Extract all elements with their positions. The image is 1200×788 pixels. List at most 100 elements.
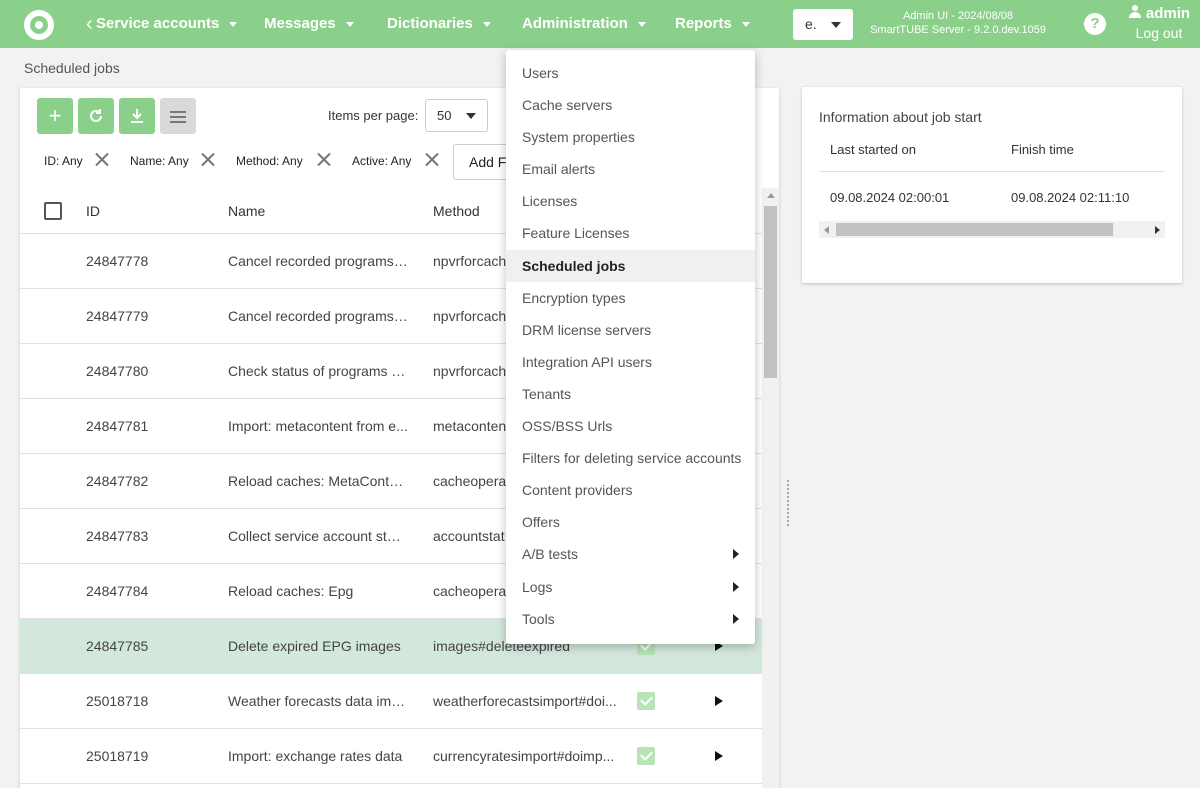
menu-item-ab-tests[interactable]: A/B tests — [506, 538, 755, 570]
close-icon[interactable] — [425, 152, 439, 166]
close-icon[interactable] — [201, 152, 215, 166]
filter-id[interactable]: ID: Any — [44, 154, 83, 168]
cell-id: 24847781 — [86, 418, 149, 434]
menu-item-feature-licenses[interactable]: Feature Licenses — [506, 217, 755, 249]
cell-id: 24847783 — [86, 528, 149, 544]
nav-administration[interactable]: Administration — [522, 0, 646, 48]
scroll-left-icon[interactable] — [824, 226, 829, 234]
add-icon: + — [48, 103, 62, 128]
cell-id: 24847780 — [86, 363, 149, 379]
panel-splitter-handle[interactable] — [787, 480, 793, 526]
menu-item-tenants[interactable]: Tenants — [506, 378, 755, 410]
menu-item-cache-servers[interactable]: Cache servers — [506, 89, 755, 121]
scrollbar-thumb[interactable] — [836, 223, 1113, 236]
chevron-down-icon — [229, 21, 238, 27]
add-button[interactable]: + — [37, 98, 73, 134]
scrollbar-thumb[interactable] — [764, 206, 777, 378]
refresh-icon — [90, 109, 102, 122]
menu-item-offers[interactable]: Offers — [506, 506, 755, 538]
logout-link[interactable]: Log out — [1122, 24, 1196, 42]
menu-item-system-properties[interactable]: System properties — [506, 121, 755, 153]
menu-item-content-providers[interactable]: Content providers — [506, 474, 755, 506]
server-info: Admin UI - 2024/08/08 SmartTUBE Server -… — [862, 9, 1054, 37]
cell-name: Check status of programs o... — [228, 363, 408, 379]
nav-label: Messages — [264, 15, 336, 32]
nav-label: Service accounts — [96, 15, 220, 32]
cell-name: Collect service account stati... — [228, 528, 408, 544]
close-icon[interactable] — [95, 152, 109, 166]
menu-item-label: Logs — [522, 578, 553, 595]
nav-dictionaries[interactable]: Dictionaries — [387, 0, 491, 48]
filter-method[interactable]: Method: Any — [236, 154, 303, 168]
menu-item-integration-api-users[interactable]: Integration API users — [506, 346, 755, 378]
menu-item-scheduled-jobs[interactable]: Scheduled jobs — [506, 249, 755, 282]
nav-label: Administration — [522, 15, 628, 32]
menu-item-users[interactable]: Users — [506, 57, 755, 89]
info-horizontal-scrollbar[interactable] — [819, 221, 1165, 238]
column-header-method[interactable]: Method — [433, 203, 480, 219]
cell-id: 25018719 — [86, 748, 149, 764]
user-block: admin Log out — [1122, 5, 1196, 42]
user-icon — [1128, 5, 1142, 19]
columns-menu-button[interactable] — [160, 98, 196, 134]
column-header-id[interactable]: ID — [86, 203, 100, 219]
refresh-button[interactable] — [78, 98, 114, 134]
menu-item-filters-deleting-accounts[interactable]: Filters for deleting service accounts — [506, 442, 755, 474]
cell-method: weatherforecastsimport#doi... — [433, 693, 617, 709]
menu-item-tools[interactable]: Tools — [506, 603, 755, 635]
table-scrollbar[interactable] — [762, 188, 779, 788]
select-all-checkbox[interactable] — [44, 202, 62, 220]
close-icon[interactable] — [317, 152, 331, 166]
menu-item-encryption-types[interactable]: Encryption types — [506, 282, 755, 314]
active-checkbox[interactable] — [637, 692, 655, 710]
server-info-line2: SmartTUBE Server - 9.2.0.dev.1059 — [870, 24, 1046, 36]
chevron-down-icon — [482, 21, 491, 27]
app-logo-icon[interactable] — [24, 10, 54, 40]
nav-service-accounts[interactable]: Service accounts — [96, 0, 238, 48]
nav-messages[interactable]: Messages — [264, 0, 354, 48]
scroll-up-icon[interactable] — [767, 193, 775, 198]
menu-item-licenses[interactable]: Licenses — [506, 185, 755, 217]
language-select[interactable]: e. — [793, 9, 853, 40]
chevron-down-icon — [831, 22, 841, 28]
user-menu[interactable]: admin — [1122, 5, 1196, 23]
chevron-down-icon — [741, 21, 750, 27]
chevron-down-icon — [637, 21, 646, 27]
items-per-page-value: 50 — [437, 108, 452, 123]
play-icon[interactable] — [715, 696, 723, 706]
menu-item-label: A/B tests — [522, 546, 579, 563]
cell-id: 24847782 — [86, 473, 149, 489]
cell-method: currencyratesimport#doimp... — [433, 748, 615, 764]
help-icon[interactable]: ? — [1084, 13, 1106, 35]
nav-reports[interactable]: Reports — [675, 0, 750, 48]
finish-time-value: 09.08.2024 02:11:10 — [1011, 190, 1130, 205]
items-per-page-select[interactable]: 50 — [425, 99, 488, 132]
language-select-value: e. — [805, 16, 817, 32]
info-header-finish-time: Finish time — [1011, 142, 1074, 157]
table-row[interactable]: 25018718 Weather forecasts data imp... w… — [20, 674, 762, 729]
menu-item-email-alerts[interactable]: Email alerts — [506, 153, 755, 185]
info-card-title: Information about job start — [819, 109, 982, 125]
table-row[interactable]: 25018719 Import: exchange rates data cur… — [20, 729, 762, 784]
active-checkbox[interactable] — [637, 747, 655, 765]
chevron-right-icon — [733, 549, 739, 560]
filter-active[interactable]: Active: Any — [352, 154, 411, 168]
play-icon[interactable] — [715, 751, 723, 761]
chevron-down-icon — [466, 113, 476, 119]
column-header-name[interactable]: Name — [228, 203, 265, 219]
filter-name[interactable]: Name: Any — [130, 154, 189, 168]
download-button[interactable] — [119, 98, 155, 134]
menu-item-drm-license-servers[interactable]: DRM license servers — [506, 314, 755, 346]
menu-item-oss-bss-urls[interactable]: OSS/BSS Urls — [506, 410, 755, 442]
cell-name: Cancel recorded programs b... — [228, 308, 408, 324]
chevron-right-icon — [733, 581, 739, 592]
chevron-left-icon[interactable]: ‹ — [86, 12, 93, 36]
menu-item-logs[interactable]: Logs — [506, 571, 755, 603]
cell-id: 25018718 — [86, 693, 149, 709]
cell-id: 24847779 — [86, 308, 149, 324]
menu-icon — [170, 111, 186, 123]
scroll-right-icon[interactable] — [1155, 226, 1160, 234]
cell-name: Import: exchange rates data — [228, 748, 403, 764]
cell-id: 24847784 — [86, 583, 149, 599]
divider — [819, 171, 1165, 172]
